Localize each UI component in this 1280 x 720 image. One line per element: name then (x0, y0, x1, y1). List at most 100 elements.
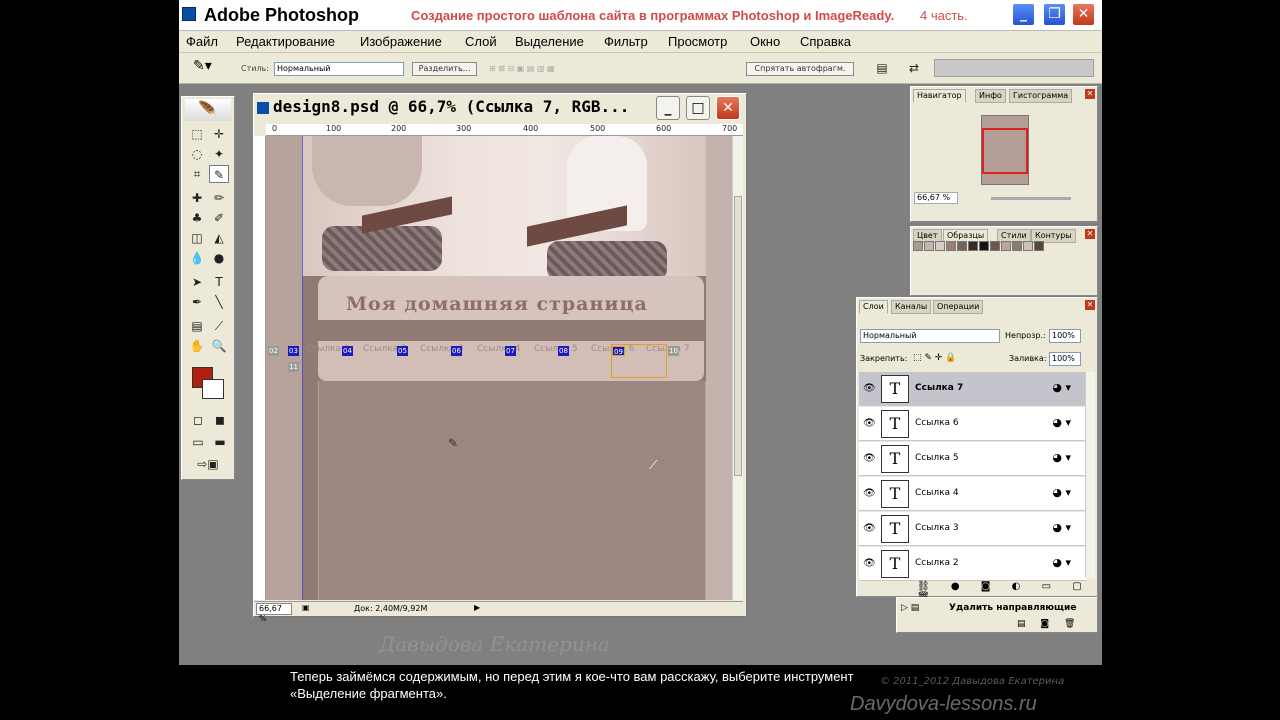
navigator-view-box[interactable] (982, 128, 1028, 174)
document-canvas[interactable]: Моя домашняя страница Ссылка 1 Ссылка 2 … (266, 136, 732, 600)
jump-to-imageready-icon[interactable]: ⇨▣ (188, 455, 228, 473)
menu-file[interactable]: Файл (186, 34, 218, 49)
healing-icon[interactable]: ✚ (187, 189, 207, 207)
style-select[interactable]: Нормальный (274, 62, 404, 76)
zoom-field[interactable]: 66,67 % (256, 603, 292, 623)
layer-style-icon[interactable]: ◕ ▾ (1052, 416, 1071, 429)
eye-icon[interactable]: 👁 (863, 523, 876, 534)
layer-style-icon[interactable]: ◕ ▾ (1052, 486, 1071, 499)
scrollbar-thumb[interactable] (734, 196, 742, 476)
screen-mode-icon[interactable]: ▭ (188, 433, 208, 451)
panel-close-icon[interactable]: ✕ (1085, 89, 1095, 99)
tab-histogram[interactable]: Гистограмма (1009, 89, 1073, 103)
close-button[interactable]: ✕ (1072, 3, 1095, 26)
vertical-scrollbar[interactable] (732, 136, 743, 600)
action-item[interactable]: Удалить направляющие (949, 603, 1076, 613)
pen-icon[interactable]: ✒ (187, 293, 207, 311)
notes-icon[interactable]: ▤ (187, 317, 207, 335)
action-buttons-icons[interactable]: ▤ ◙ 🗑 (1017, 619, 1081, 629)
eraser-icon[interactable]: ◫ (187, 229, 207, 247)
eyedropper-icon[interactable]: ⟋ (209, 317, 229, 335)
actions-toggle-icon[interactable]: ▷ ▤ (901, 603, 919, 613)
slice-tool-icon[interactable]: ✎▾ (193, 58, 219, 78)
guide-line[interactable] (302, 136, 303, 600)
minimize-button[interactable]: _ (1012, 3, 1035, 26)
doc-close-button[interactable]: ✕ (716, 96, 740, 120)
feather-icon[interactable]: 🪶 (185, 99, 231, 121)
navigator-zoom-slider[interactable] (991, 197, 1071, 200)
dodge-icon[interactable]: ● (209, 249, 229, 267)
slice-label[interactable]: 02 (268, 346, 279, 356)
layer-row[interactable]: 👁 T Ссылка 2 ◕ ▾ (859, 547, 1087, 581)
hide-autoslices-button[interactable]: Спрятать автофрагм. (746, 62, 854, 76)
layer-style-icon[interactable]: ◕ ▾ (1052, 556, 1071, 569)
brush-icon[interactable]: ✏ (209, 189, 229, 207)
move-icon[interactable]: ✛ (209, 125, 229, 143)
quickmask-mode-icon[interactable]: ◼ (210, 411, 230, 429)
fill-field[interactable]: 100% (1049, 352, 1081, 366)
background-color-swatch[interactable] (202, 379, 224, 399)
status-arrow-icon[interactable]: ▶ (474, 603, 480, 612)
bucket-icon[interactable]: ◭ (209, 229, 229, 247)
color-swatch[interactable] (968, 241, 978, 251)
color-swatch[interactable] (990, 241, 1000, 251)
imageready-icon[interactable]: ⇄ (904, 59, 924, 77)
maximize-button[interactable]: ❐ (1043, 3, 1066, 26)
tab-actions-history[interactable]: Операции (933, 300, 984, 314)
layer-row[interactable]: 👁 T Ссылка 6 ◕ ▾ (859, 407, 1087, 441)
layer-style-icon[interactable]: ◕ ▾ (1052, 451, 1071, 464)
layer-style-icon[interactable]: ◕ ▾ (1052, 381, 1071, 394)
lasso-icon[interactable]: ◌ (187, 145, 207, 163)
layer-row[interactable]: 👁 T Ссылка 4 ◕ ▾ (859, 477, 1087, 511)
layer-style-icon[interactable]: ◕ ▾ (1052, 521, 1071, 534)
color-swatch[interactable] (979, 241, 989, 251)
hand-icon[interactable]: ✋ (187, 337, 207, 355)
line-icon[interactable]: ╲ (209, 293, 229, 311)
zoom-icon[interactable]: 🔍 (209, 337, 229, 355)
slice-label[interactable]: 10 (668, 346, 679, 356)
slice-select-icon[interactable]: ✎ (209, 165, 229, 183)
slice-label[interactable]: 04 (342, 346, 353, 356)
type-icon[interactable]: T (209, 273, 229, 291)
marquee-icon[interactable]: ⬚ (187, 125, 207, 143)
eye-icon[interactable]: 👁 (863, 453, 876, 464)
eye-icon[interactable]: 👁 (863, 488, 876, 499)
layers-scrollbar[interactable] (1085, 372, 1095, 578)
blend-mode-select[interactable]: Нормальный (860, 329, 1000, 343)
status-icon[interactable]: ▣ (302, 603, 310, 612)
menu-select[interactable]: Выделение (515, 34, 584, 49)
menu-view[interactable]: Просмотр (668, 34, 727, 49)
blur-icon[interactable]: 💧 (187, 249, 207, 267)
menu-layer[interactable]: Слой (465, 34, 497, 49)
color-swatch[interactable] (924, 241, 934, 251)
navigator-zoom-field[interactable]: 66,67 % (914, 192, 958, 204)
color-swatch[interactable] (935, 241, 945, 251)
path-select-icon[interactable]: ➤ (187, 273, 207, 291)
color-swatch[interactable] (1023, 241, 1033, 251)
eye-icon[interactable]: 👁 (863, 558, 876, 569)
menu-window[interactable]: Окно (750, 34, 780, 49)
eye-icon[interactable]: 👁 (863, 418, 876, 429)
fullscreen-mode-icon[interactable]: ▬ (210, 433, 230, 451)
tab-layers[interactable]: Слои (859, 300, 888, 314)
layer-row[interactable]: 👁 T Ссылка 7 ◕ ▾ (859, 372, 1087, 406)
menu-edit[interactable]: Редактирование (236, 34, 335, 49)
navigator-preview[interactable] (981, 115, 1029, 185)
doc-maximize-button[interactable]: □ (686, 96, 710, 120)
slice-label[interactable]: 11 (288, 362, 299, 372)
slice-label[interactable]: 07 (505, 346, 516, 356)
selected-slice-box[interactable] (611, 344, 667, 378)
color-swatch[interactable] (957, 241, 967, 251)
tab-channels[interactable]: Каналы (891, 300, 932, 314)
stamp-icon[interactable]: ♣ (187, 209, 207, 227)
divide-button[interactable]: Разделить... (412, 62, 477, 76)
panel-close-icon[interactable]: ✕ (1085, 300, 1095, 310)
crop-icon[interactable]: ⌗ (187, 165, 207, 183)
color-swatch[interactable] (1034, 241, 1044, 251)
slice-label[interactable]: 03 (288, 346, 299, 356)
history-brush-icon[interactable]: ✐ (209, 209, 229, 227)
slice-label[interactable]: 05 (397, 346, 408, 356)
color-swatch[interactable] (1012, 241, 1022, 251)
doc-minimize-button[interactable]: _ (656, 96, 680, 120)
slice-label[interactable]: 08 (558, 346, 569, 356)
